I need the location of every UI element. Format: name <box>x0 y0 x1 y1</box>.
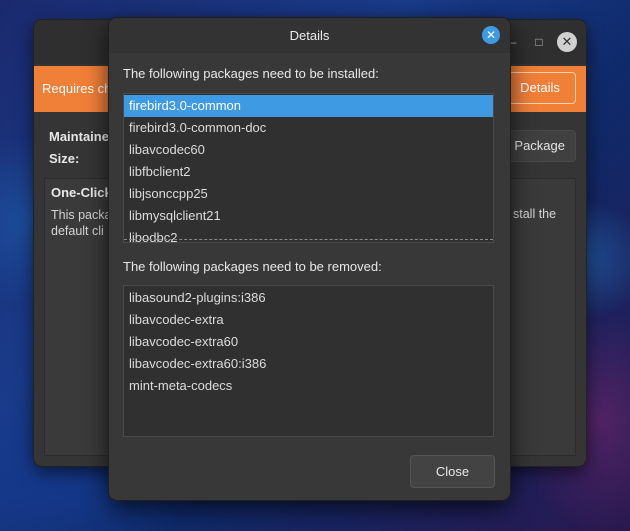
list-item[interactable]: libfbclient2 <box>124 161 493 183</box>
list-item[interactable]: libavcodec60 <box>124 139 493 161</box>
banner-details-button[interactable]: Details <box>504 72 576 104</box>
list-item[interactable]: libjsonccpp25 <box>124 183 493 205</box>
install-package-list[interactable]: firebird3.0-common firebird3.0-common-doc… <box>123 93 494 243</box>
dialog-titlebar: Details ✕ <box>109 18 510 53</box>
maximize-icon[interactable]: □ <box>530 33 548 51</box>
list-item[interactable]: libavcodec-extra60 <box>124 331 493 353</box>
list-item[interactable]: libasound2-plugins:i386 <box>124 287 493 309</box>
list-item[interactable]: libavcodec-extra60:i386 <box>124 353 493 375</box>
size-label: Size: <box>49 151 80 166</box>
list-item[interactable]: firebird3.0-common <box>124 95 493 117</box>
dialog-close-icon[interactable]: ✕ <box>482 26 500 44</box>
list-item[interactable]: firebird3.0-common-doc <box>124 117 493 139</box>
remove-label: The following packages need to be remove… <box>123 259 382 274</box>
window-close-icon[interactable]: ✕ <box>557 32 577 52</box>
remove-package-list[interactable]: libasound2-plugins:i386 libavcodec-extra l… <box>123 285 494 437</box>
close-button[interactable]: Close <box>410 455 495 488</box>
dialog-title: Details <box>289 28 330 43</box>
list-item[interactable]: libmysqlclient21 <box>124 205 493 227</box>
maintainer-label: Maintaine <box>49 129 109 144</box>
description-right-text: stall the <box>513 207 557 221</box>
package-button[interactable]: Package <box>504 130 576 162</box>
list-scroll-edge <box>124 239 493 240</box>
list-item[interactable]: libodbc2 <box>124 227 493 242</box>
banner-text: Requires ch <box>42 81 112 96</box>
details-dialog: Details ✕ The following packages need to… <box>109 18 510 500</box>
list-item[interactable]: libavcodec-extra <box>124 309 493 331</box>
list-item[interactable]: mint-meta-codecs <box>124 375 493 397</box>
install-label: The following packages need to be instal… <box>123 66 379 81</box>
description-title: One-Click <box>51 185 112 200</box>
